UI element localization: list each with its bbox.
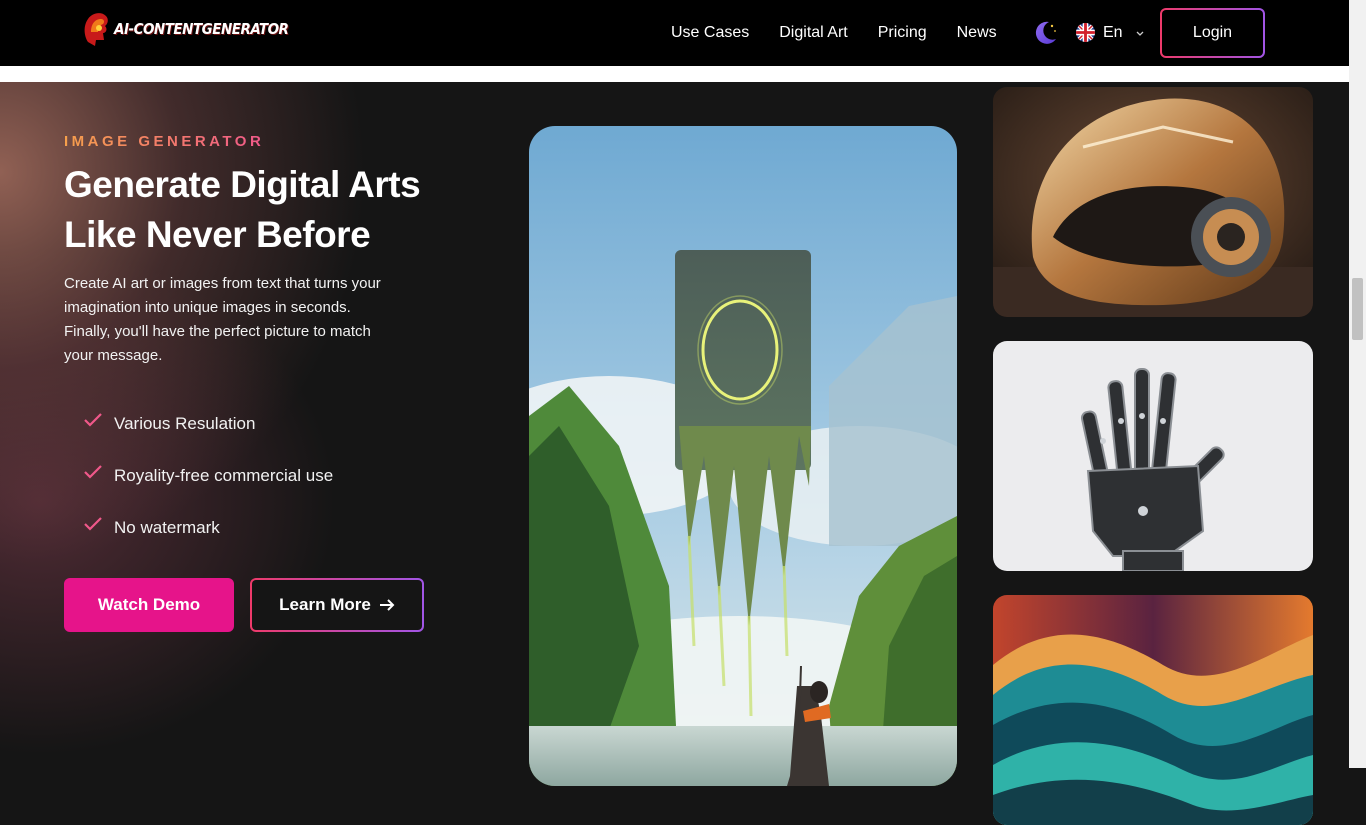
feature-label: Royality-free commercial use [114,466,334,485]
language-label: En [1103,23,1123,41]
learn-more-label: Learn More [279,595,371,614]
page-scrollbar[interactable] [1349,0,1366,768]
primary-nav: Use Cases Digital Art Pricing News [671,24,997,42]
robot-hand-artwork [993,341,1313,571]
arrow-right-icon [379,599,395,611]
logo-head-icon [84,13,108,46]
hero-eyebrow: IMAGE GENERATOR [64,133,265,150]
check-icon [84,465,102,479]
logo-text: AI-CONTENTGENERATOR [114,20,289,38]
check-icon [84,517,102,531]
feature-list: Various Resulation Royality-free commerc… [84,398,333,554]
hero-headline-line-1: Generate Digital Arts [64,164,421,205]
robot-helmet-artwork [993,87,1313,317]
moon-icon[interactable] [1032,20,1058,46]
feature-label: No watermark [114,518,220,537]
nav-link-digital-art[interactable]: Digital Art [779,24,847,42]
learn-more-button[interactable]: Learn More [250,578,424,632]
nav-link-pricing[interactable]: Pricing [878,24,927,42]
hero-section: IMAGE GENERATOR Generate Digital Arts Li… [0,82,1349,825]
header-divider [0,66,1349,82]
abstract-waves-artwork [993,595,1313,825]
hero-headline: Generate Digital Arts Like Never Before [64,160,484,260]
uk-flag-icon [1076,23,1095,42]
site-logo[interactable]: AI-CONTENTGENERATOR [82,10,289,48]
hero-description: Create AI art or images from text that t… [64,275,381,364]
hero-headline-line-2: Like Never Before [64,214,371,255]
feature-label: Various Resulation [114,414,256,433]
nav-link-use-cases[interactable]: Use Cases [671,24,749,42]
login-button[interactable]: Login [1160,8,1265,58]
watch-demo-button[interactable]: Watch Demo [64,578,234,632]
nav-link-news[interactable]: News [957,24,997,42]
feature-item: No watermark [84,502,333,554]
scrollbar-thumb[interactable] [1352,278,1363,340]
feature-item: Various Resulation [84,398,333,450]
feature-item: Royality-free commercial use [84,450,333,502]
top-navbar: AI-CONTENTGENERATOR Use Cases Digital Ar… [0,0,1349,66]
fantasy-tower-artwork [529,126,957,786]
check-icon [84,413,102,427]
chevron-down-icon [1136,31,1144,36]
language-selector[interactable]: En [1076,23,1145,42]
